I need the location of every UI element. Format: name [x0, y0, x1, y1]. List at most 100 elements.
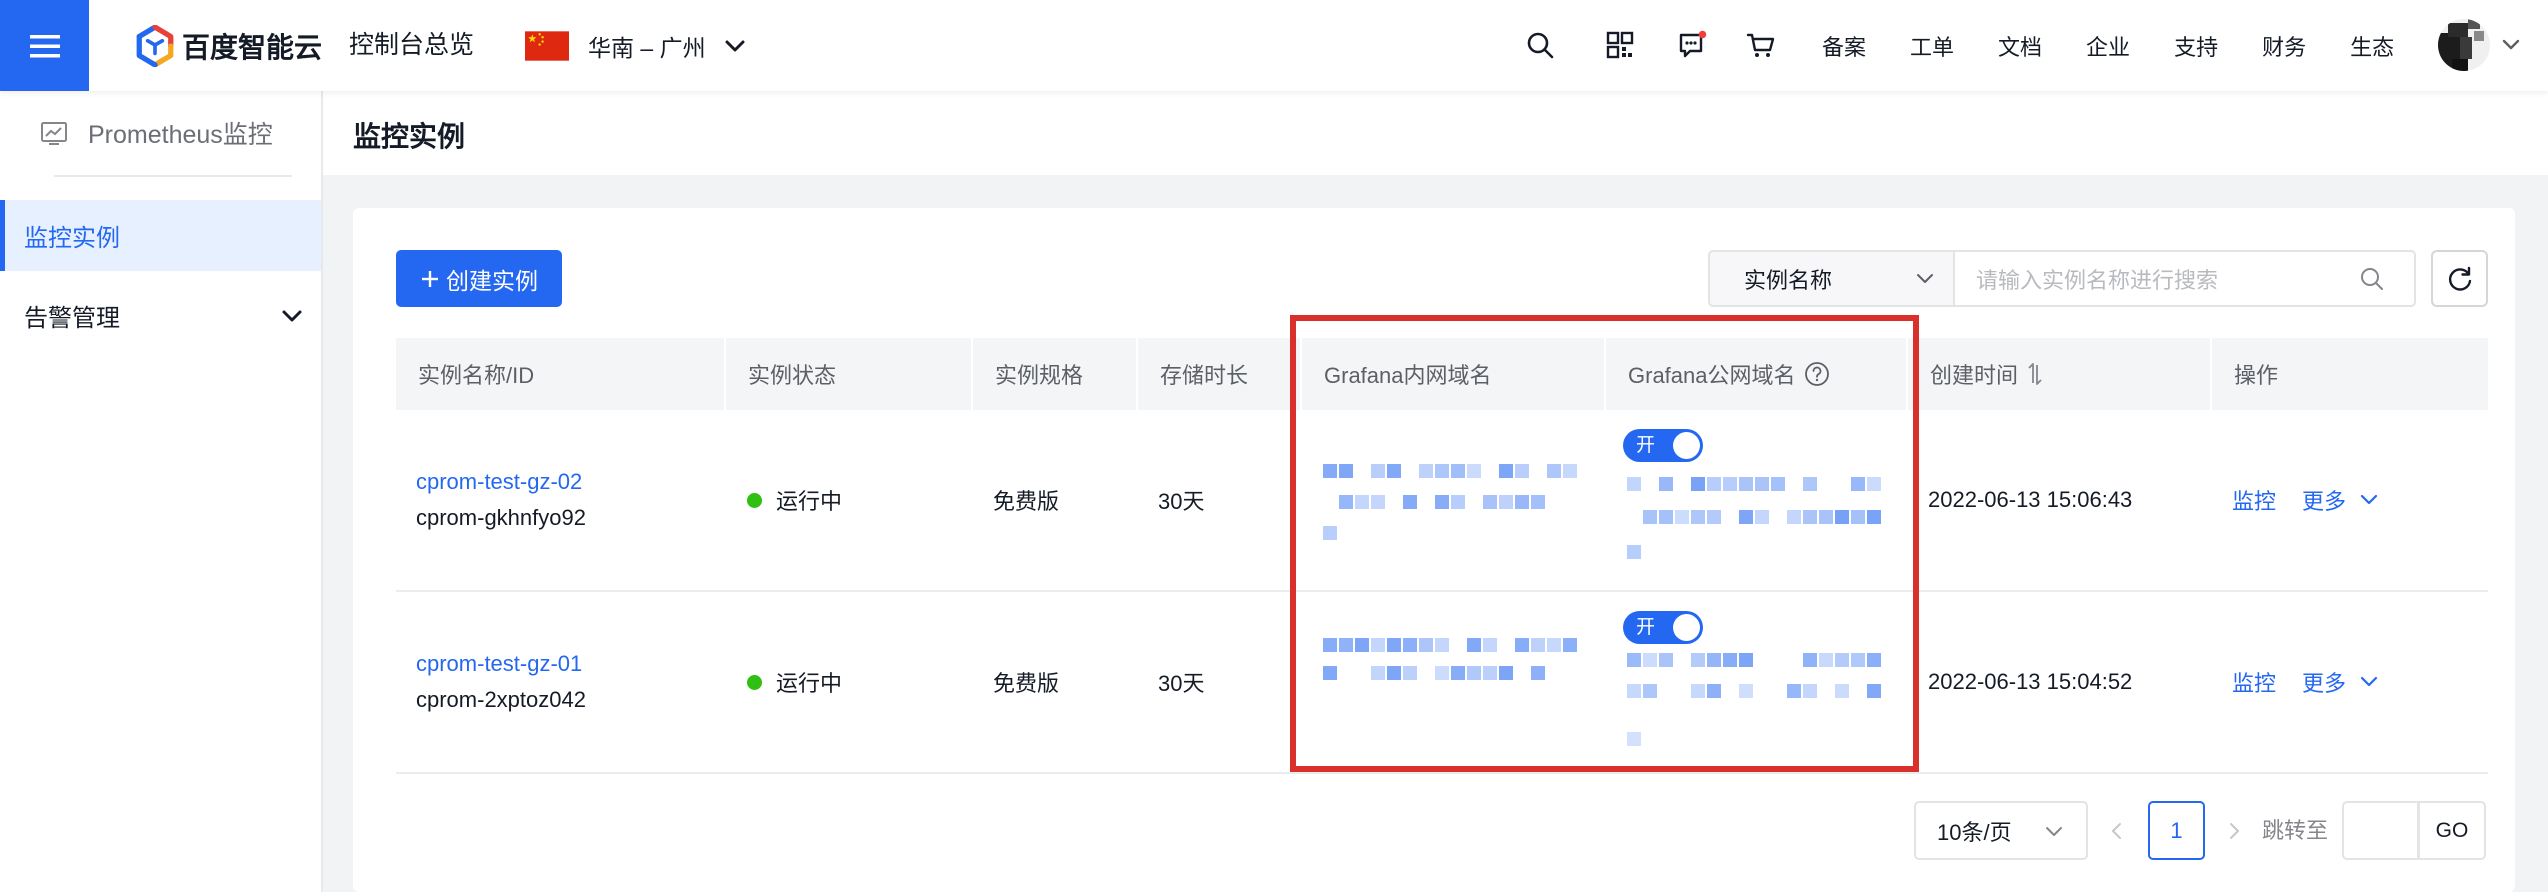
console-page: 百度智能云 控制台总览 华南 – 广州 备案 工单 文档 企业 支持 财务 生态… [0, 0, 2548, 892]
sidebar-item-alarm-management[interactable]: 告警管理 [0, 280, 321, 351]
mosaic-pixel [1739, 477, 1753, 491]
mosaic-pixel [1547, 638, 1561, 652]
account-chevron-down-icon[interactable] [2502, 37, 2520, 53]
refresh-button[interactable] [2431, 250, 2488, 307]
search-icon[interactable] [2359, 266, 2385, 292]
mosaic-pixel [1323, 526, 1337, 540]
chevron-down-icon [725, 40, 745, 51]
instance-search-input[interactable]: 请输入实例名称进行搜索 [1953, 250, 2416, 307]
mosaic-pixel [1467, 666, 1481, 680]
jump-page-input[interactable] [2342, 801, 2419, 860]
instance-status: 运行中 [776, 671, 843, 696]
mosaic-pixel [1707, 684, 1721, 698]
mosaic-pixel [1435, 666, 1449, 680]
mosaic-pixel [1739, 653, 1753, 667]
prev-page-icon[interactable] [2109, 821, 2125, 841]
sidebar-divider [54, 175, 292, 177]
help-icon[interactable] [1804, 361, 1830, 387]
status-running-dot [747, 674, 762, 690]
public-domain-switch[interactable]: 开 [1623, 429, 1703, 462]
column-header-retention: 存储时长 [1138, 338, 1302, 410]
mosaic-pixel [1787, 510, 1801, 524]
mosaic-pixel [1723, 477, 1737, 491]
mosaic-pixel [1499, 464, 1513, 478]
column-header-name: 实例名称/ID [396, 338, 726, 410]
public-domain-switch[interactable]: 开 [1623, 611, 1703, 644]
mosaic-pixel [1547, 464, 1561, 478]
page-size-select[interactable]: 10条/页 [1914, 801, 2088, 860]
mosaic-pixel [1371, 464, 1385, 478]
sort-icon[interactable] [2026, 361, 2044, 387]
nav-ticket[interactable]: 工单 [1910, 30, 1954, 62]
nav-ecosystem[interactable]: 生态 [2350, 30, 2394, 62]
nav-enterprise[interactable]: 企业 [2086, 30, 2130, 62]
sidebar-item-instances[interactable]: 监控实例 [0, 200, 321, 271]
mosaic-pixel [1515, 638, 1529, 652]
instance-name-link[interactable]: cprom-test-gz-01 [416, 651, 582, 677]
mosaic-pixel [1371, 666, 1385, 680]
instance-status-cell: 运行中 [726, 410, 973, 590]
column-header-created-at[interactable]: 创建时间 [1908, 338, 2212, 410]
more-dropdown[interactable]: 更多 [2302, 484, 2378, 516]
instance-id: cprom-gkhnfyo92 [416, 505, 586, 530]
instance-name-cell: cprom-test-gz-01 cprom-2xptoz042 [396, 592, 726, 772]
monitor-link[interactable]: 监控 [2232, 484, 2276, 516]
mosaic-pixel [1691, 653, 1705, 667]
page-number-current[interactable]: 1 [2148, 801, 2205, 860]
menu-button[interactable] [0, 0, 89, 91]
mosaic-pixel [1499, 666, 1513, 680]
mosaic-pixel [1643, 510, 1657, 524]
chevron-down-icon [2360, 494, 2378, 505]
sidebar-item-label: 告警管理 [24, 305, 120, 332]
create-instance-button[interactable]: 创建实例 [396, 250, 562, 307]
message-icon[interactable] [1677, 30, 1707, 60]
mosaic-pixel [1323, 464, 1337, 478]
monitor-link[interactable]: 监控 [2232, 666, 2276, 698]
console-overview-link[interactable]: 控制台总览 [349, 0, 474, 91]
go-button[interactable]: GO [2418, 801, 2486, 860]
mosaic-pixel [1419, 638, 1433, 652]
sidebar-product-title: Prometheus监控 [88, 121, 273, 149]
instance-spec: 免费版 [993, 489, 1060, 514]
qrcode-icon[interactable] [1605, 30, 1635, 60]
switch-knob [1673, 614, 1700, 641]
next-page-icon[interactable] [2226, 821, 2242, 841]
nav-beian[interactable]: 备案 [1822, 30, 1866, 62]
grafana-internal-domain-cell [1302, 410, 1606, 590]
mosaic-pixel [1435, 464, 1449, 478]
sidebar-item-label: 监控实例 [24, 225, 120, 252]
mosaic-pixel [1659, 477, 1673, 491]
chevron-down-icon [1917, 274, 1933, 283]
mosaic-pixel [1867, 477, 1881, 491]
created-at: 2022-06-13 15:06:43 [1928, 487, 2133, 512]
sidebar: Prometheus监控 监控实例 告警管理 [0, 91, 323, 892]
nav-docs[interactable]: 文档 [1998, 30, 2042, 62]
nav-support[interactable]: 支持 [2174, 30, 2218, 62]
table-row: cprom-test-gz-02 cprom-gkhnfyo92 运行中 免费版… [396, 410, 2488, 592]
brand-logo[interactable]: 百度智能云 [136, 24, 322, 68]
mosaic-pixel [1627, 545, 1641, 559]
cart-icon[interactable] [1746, 30, 1776, 60]
create-instance-label: 创建实例 [446, 267, 538, 294]
region-selector[interactable]: 华南 – 广州 [525, 0, 745, 91]
grafana-public-domain-cell: 开 [1606, 410, 1908, 590]
mosaic-pixel [1387, 638, 1401, 652]
monitor-dashboard-icon [41, 122, 67, 145]
mosaic-pixel [1339, 638, 1353, 652]
instance-retention: 30天 [1158, 671, 1205, 696]
search-icon[interactable] [1525, 30, 1555, 60]
search-field-select[interactable]: 实例名称 [1708, 250, 1953, 307]
mosaic-pixel [1707, 510, 1721, 524]
blurred-domain [1323, 638, 1577, 733]
mosaic-pixel [1659, 510, 1673, 524]
mosaic-pixel [1499, 495, 1513, 509]
instance-retention: 30天 [1158, 489, 1205, 514]
instance-name-link[interactable]: cprom-test-gz-02 [416, 469, 582, 495]
mosaic-pixel [1531, 495, 1545, 509]
mosaic-pixel [1803, 477, 1817, 491]
more-dropdown[interactable]: 更多 [2302, 666, 2378, 698]
mosaic-pixel [1739, 684, 1753, 698]
avatar[interactable] [2438, 19, 2490, 71]
mosaic-pixel [1435, 495, 1449, 509]
nav-finance[interactable]: 财务 [2262, 30, 2306, 62]
